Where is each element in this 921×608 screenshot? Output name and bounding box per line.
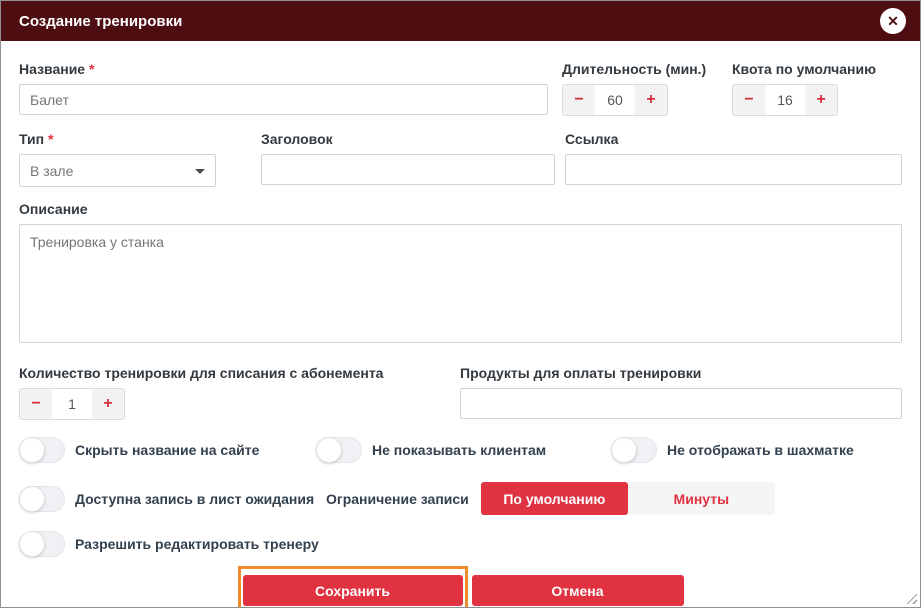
writeoff-label: Количество тренировки для списания с або… (19, 365, 446, 381)
type-select-value: В зале (30, 163, 73, 179)
quota-stepper: − 16 + (732, 84, 838, 116)
required-asterisk: * (48, 131, 53, 147)
products-input[interactable] (460, 388, 902, 419)
toggle-knob (19, 437, 45, 463)
toggle-switch[interactable] (19, 531, 65, 557)
row-toggles-1: Скрыть название на сайте Не показывать к… (19, 437, 902, 463)
close-button[interactable]: ✕ (880, 8, 906, 34)
duration-decrement-button[interactable]: − (563, 85, 595, 115)
field-duration: Длительность (мин.) − 60 + (562, 61, 718, 116)
required-asterisk: * (89, 61, 94, 77)
link-label: Ссылка (565, 131, 902, 147)
field-subtitle: Заголовок (261, 131, 555, 185)
description-label: Описание (19, 201, 902, 217)
modal-body: Название * Длительность (мин.) − 60 + Кв… (1, 41, 920, 608)
field-type: Тип * В зале (19, 131, 216, 187)
quota-increment-button[interactable]: + (805, 85, 837, 115)
field-link: Ссылка (565, 131, 902, 185)
name-label: Название * (19, 61, 548, 77)
modal-header: Создание тренировки ✕ (1, 1, 920, 41)
toggle-waitlist-label: Доступна запись в лист ожидания (75, 491, 314, 507)
toggle-hide-grid-label: Не отображать в шахматке (667, 442, 854, 458)
writeoff-stepper: − 1 + (19, 388, 125, 420)
description-textarea[interactable]: Тренировка у станка (19, 224, 902, 343)
toggle-hide-name[interactable]: Скрыть название на сайте (19, 437, 316, 463)
toggle-hide-name-label: Скрыть название на сайте (75, 442, 259, 458)
duration-label: Длительность (мин.) (562, 61, 718, 77)
name-label-text: Название (19, 61, 85, 77)
toggle-switch[interactable] (316, 437, 362, 463)
toggle-knob (611, 437, 637, 463)
save-button[interactable]: Сохранить (243, 575, 463, 606)
toggle-switch[interactable] (19, 486, 65, 512)
limit-option-minutes[interactable]: Минуты (628, 482, 775, 515)
close-icon: ✕ (887, 14, 899, 28)
writeoff-increment-button[interactable]: + (92, 389, 124, 419)
toggle-waitlist[interactable]: Доступна запись в лист ожидания (19, 486, 326, 512)
duration-stepper: − 60 + (562, 84, 668, 116)
create-training-modal: Создание тренировки ✕ Название * Длитель… (0, 0, 921, 608)
field-quota: Квота по умолчанию − 16 + (732, 61, 902, 116)
cancel-button[interactable]: Отмена (472, 575, 684, 606)
type-label: Тип * (19, 131, 216, 147)
chevron-down-icon (195, 169, 205, 174)
writeoff-decrement-button[interactable]: − (20, 389, 52, 419)
limit-segmented-control: По умолчанию Минуты (481, 482, 775, 515)
row-footer-buttons: Сохранить Отмена (19, 566, 902, 608)
type-select[interactable]: В зале (19, 154, 216, 187)
toggle-trainer-edit[interactable]: Разрешить редактировать тренеру (19, 531, 319, 557)
quota-label: Квота по умолчанию (732, 61, 902, 77)
row-writeoff-products: Количество тренировки для списания с або… (19, 365, 902, 420)
name-input[interactable] (19, 84, 548, 115)
toggle-switch[interactable] (19, 437, 65, 463)
field-writeoff: Количество тренировки для списания с або… (19, 365, 446, 420)
quota-decrement-button[interactable]: − (733, 85, 765, 115)
modal-title: Создание тренировки (19, 13, 880, 30)
toggle-hide-clients[interactable]: Не показывать клиентам (316, 437, 611, 463)
products-label: Продукты для оплаты тренировки (460, 365, 902, 381)
row-trainer-edit: Разрешить редактировать тренеру (19, 531, 902, 557)
toggle-hide-grid[interactable]: Не отображать в шахматке (611, 437, 854, 463)
toggle-hide-clients-label: Не показывать клиентам (372, 442, 546, 458)
toggle-knob (316, 437, 342, 463)
duration-increment-button[interactable]: + (635, 85, 667, 115)
limit-label: Ограничение записи (326, 491, 469, 507)
toggle-switch[interactable] (611, 437, 657, 463)
toggle-knob (19, 531, 45, 557)
type-label-text: Тип (19, 131, 44, 147)
row-name-duration-quota: Название * Длительность (мин.) − 60 + Кв… (19, 61, 902, 116)
row-type-subtitle-link: Тип * В зале Заголовок Ссылка (19, 131, 902, 187)
quota-value[interactable]: 16 (765, 85, 805, 115)
writeoff-value[interactable]: 1 (52, 389, 92, 419)
row-waitlist-limit: Доступна запись в лист ожидания Ограниче… (19, 482, 902, 515)
limit-option-default[interactable]: По умолчанию (481, 482, 628, 515)
toggle-trainer-edit-label: Разрешить редактировать тренеру (75, 536, 319, 552)
link-input[interactable] (565, 154, 902, 185)
toggle-knob (19, 486, 45, 512)
field-description: Описание Тренировка у станка (19, 201, 902, 348)
duration-value[interactable]: 60 (595, 85, 635, 115)
field-products: Продукты для оплаты тренировки (460, 365, 902, 419)
field-name: Название * (19, 61, 548, 115)
save-button-highlight: Сохранить (238, 566, 468, 608)
subtitle-label: Заголовок (261, 131, 555, 147)
subtitle-input[interactable] (261, 154, 555, 185)
